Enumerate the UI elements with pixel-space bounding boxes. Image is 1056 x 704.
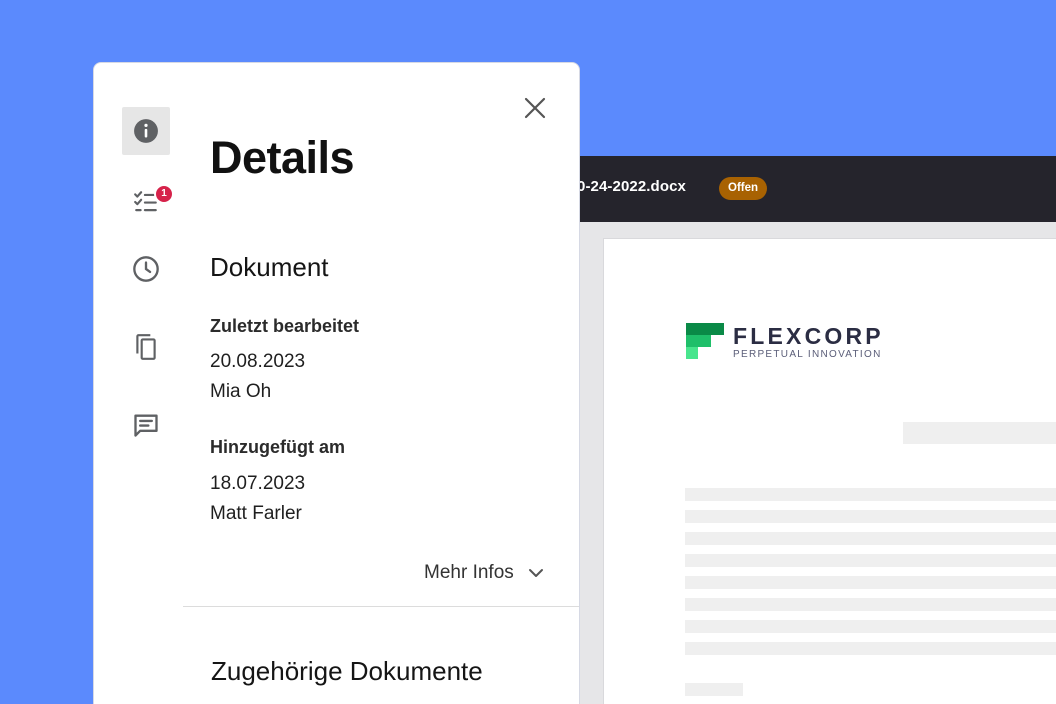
added-label: Hinzugefügt am — [210, 437, 345, 457]
info-icon — [134, 119, 158, 143]
document-page — [603, 238, 1056, 704]
rail-history-button[interactable] — [122, 245, 170, 293]
flexcorp-logo: FLEXCORP PERPETUAL INNOVATION — [686, 323, 886, 363]
chevron-down-icon — [528, 569, 543, 577]
added-by: Matt Farler — [210, 503, 302, 524]
notification-badge: 1 — [154, 184, 174, 204]
text-placeholder-line — [685, 683, 743, 696]
close-button[interactable] — [520, 93, 550, 123]
last-edited-label: Zuletzt bearbeitet — [210, 316, 360, 336]
text-placeholder-line — [685, 510, 1056, 523]
text-placeholder-line — [685, 620, 1056, 633]
panel-title: Details — [210, 132, 355, 183]
rail-versions-button[interactable] — [122, 323, 170, 371]
rail-info-button[interactable] — [122, 107, 170, 155]
clock-icon — [133, 256, 159, 282]
comment-icon — [134, 414, 158, 437]
text-placeholder-heading — [903, 422, 1056, 444]
document-filename: 0-24-2022.docx — [577, 178, 686, 195]
section-divider — [183, 606, 579, 607]
flexcorp-logo-icon — [686, 323, 724, 359]
text-placeholder-line — [685, 642, 1056, 655]
last-edited-date: 20.08.2023 — [210, 351, 306, 372]
text-placeholder-line — [685, 598, 1056, 611]
last-edited-by: Mia Oh — [210, 381, 272, 402]
more-info-label: Mehr Infos — [424, 562, 514, 583]
text-placeholder-line — [685, 488, 1056, 501]
related-documents-heading: Zugehörige Dokumente — [211, 656, 483, 686]
text-placeholder-line — [685, 576, 1056, 589]
text-placeholder-line — [685, 554, 1056, 567]
close-icon — [524, 97, 546, 119]
status-badge: Offen — [719, 177, 768, 200]
more-info-toggle[interactable]: Mehr Infos — [424, 560, 544, 586]
copy-icon — [136, 334, 156, 360]
rail-comments-button[interactable] — [122, 401, 170, 449]
document-section-heading: Dokument — [210, 252, 329, 282]
text-placeholder-line — [685, 532, 1056, 545]
logo-name: FLEXCORP — [733, 323, 884, 349]
logo-tagline: PERPETUAL INNOVATION — [733, 349, 882, 360]
added-date: 18.07.2023 — [210, 473, 306, 494]
